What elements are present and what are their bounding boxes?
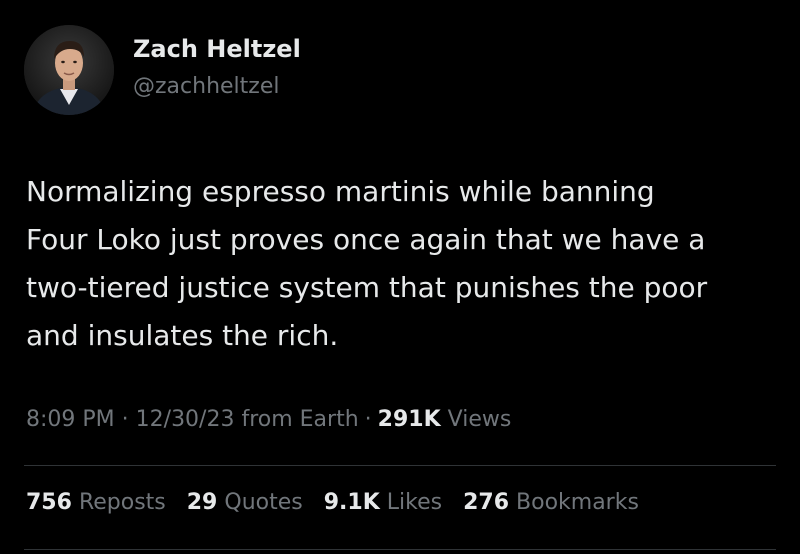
quotes-label: Quotes [224, 490, 303, 515]
quotes-count: 29 [186, 490, 218, 515]
quotes-stat[interactable]: 29 Quotes [187, 490, 303, 515]
tweet-meta: 8:09 PM · 12/30/23 from Earth · 291K Views [26, 407, 511, 432]
display-name[interactable]: Zach Heltzel [133, 35, 301, 63]
tweet-time[interactable]: 8:09 PM [26, 407, 115, 432]
likes-stat[interactable]: 9.1K Likes [324, 490, 442, 515]
profile-photo-icon [24, 25, 114, 115]
divider [24, 465, 776, 466]
bookmarks-count: 276 [463, 490, 510, 515]
tweet-source: from Earth [241, 407, 359, 432]
user-handle[interactable]: @zachheltzel [133, 74, 279, 99]
avatar[interactable] [24, 25, 114, 115]
tweet-text: Normalizing espresso martinis while bann… [26, 175, 708, 352]
likes-label: Likes [386, 490, 443, 515]
meta-separator-2: · [364, 407, 372, 432]
bookmarks-label: Bookmarks [516, 490, 639, 515]
views-label: Views [447, 407, 512, 432]
bookmarks-stat[interactable]: 276 Bookmarks [463, 490, 639, 515]
reposts-label: Reposts [78, 490, 166, 515]
meta-separator: · [121, 407, 129, 432]
engagement-stats: 756 Reposts 29 Quotes 9.1K Likes 276 Boo… [26, 490, 653, 515]
divider-bottom [24, 549, 776, 550]
tweet-card: Zach Heltzel @zachheltzel Normalizing es… [0, 0, 800, 554]
tweet-date[interactable]: 12/30/23 [136, 407, 235, 432]
views-count: 291K [377, 407, 441, 432]
likes-count: 9.1K [323, 490, 380, 515]
reposts-stat[interactable]: 756 Reposts [26, 490, 166, 515]
reposts-count: 756 [26, 490, 72, 515]
